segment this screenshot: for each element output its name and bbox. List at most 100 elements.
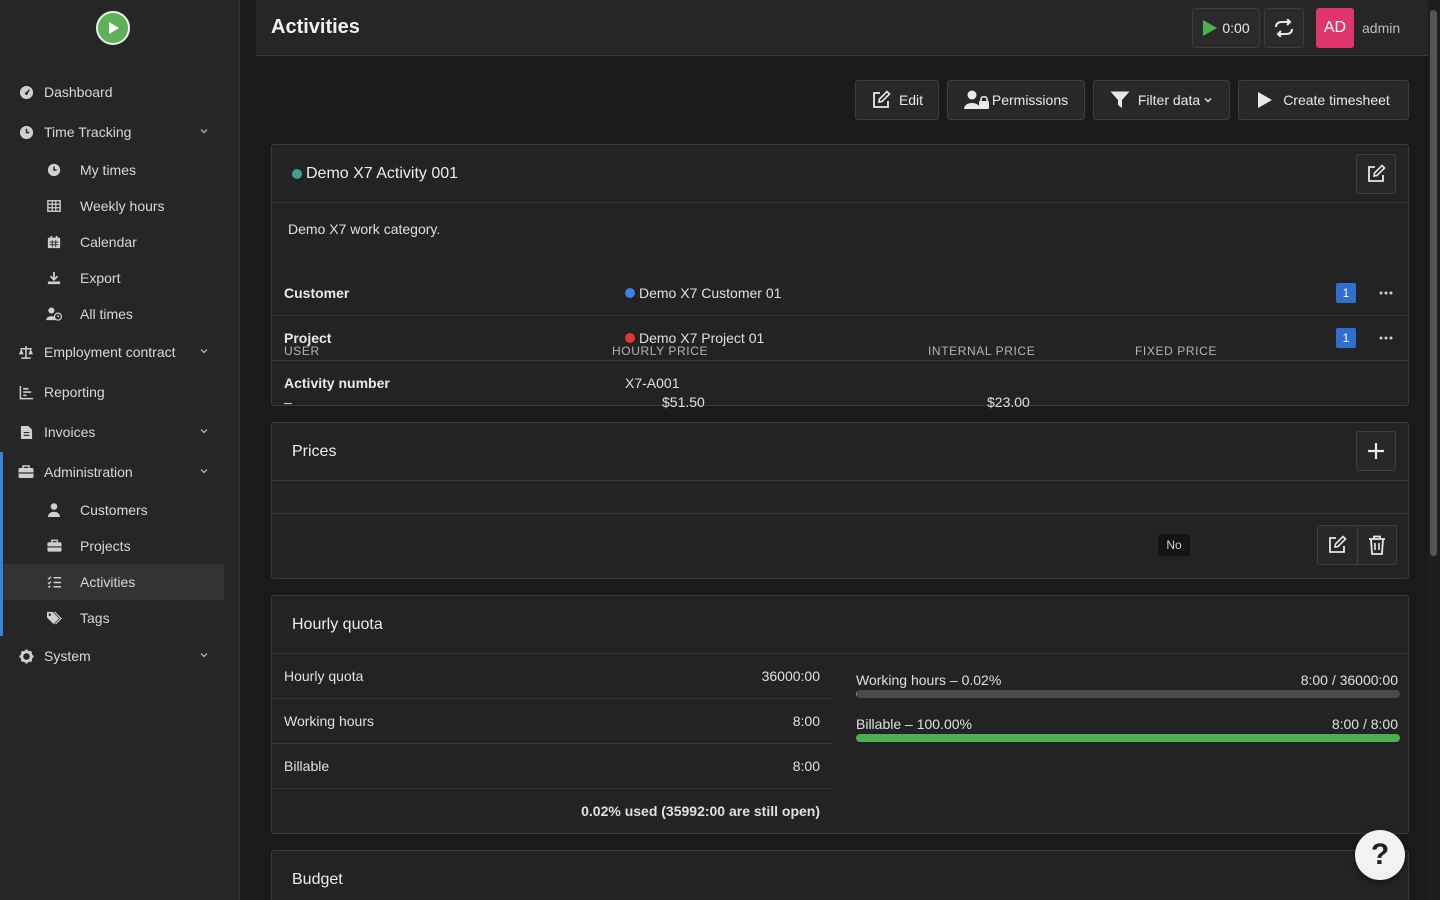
hourly-quota-card: Hourly quota Hourly quota 36000:00 Worki…: [271, 595, 1409, 834]
trash-icon: [1368, 535, 1385, 555]
sidebar-item-system[interactable]: System: [0, 636, 239, 676]
add-price-button[interactable]: [1356, 431, 1396, 471]
edit-icon: [873, 90, 891, 108]
column-header-fixed-price: FIXED PRICE: [1135, 344, 1217, 358]
sidebar-item-label: Dashboard: [44, 84, 113, 100]
divider: [272, 653, 1408, 654]
filter-data-button[interactable]: Filter data: [1093, 80, 1230, 120]
toolbox-icon: [18, 464, 34, 480]
permissions-label: Permissions: [991, 92, 1069, 108]
sidebar-item-my-times[interactable]: My times: [0, 152, 239, 188]
sidebar-item-time-tracking[interactable]: Time Tracking: [0, 112, 239, 152]
help-button[interactable]: ?: [1355, 830, 1405, 880]
edit-price-button[interactable]: [1318, 526, 1357, 564]
app-logo[interactable]: [96, 11, 130, 45]
list-check-icon: [46, 574, 62, 590]
permissions-button[interactable]: Permissions: [947, 80, 1085, 120]
sidebar-item-label: Projects: [80, 538, 131, 554]
sidebar-item-tags[interactable]: Tags: [3, 600, 239, 636]
sidebar-item-customers[interactable]: Customers: [3, 492, 239, 528]
column-header-hourly-price: HOURLY PRICE: [612, 344, 709, 358]
delete-price-button[interactable]: [1356, 526, 1396, 564]
sidebar-item-label: System: [44, 648, 91, 664]
edit-button[interactable]: Edit: [855, 80, 939, 120]
divider: [272, 513, 1408, 514]
price-internal: $23.00: [987, 394, 1030, 410]
sidebar-item-all-times[interactable]: All times: [0, 296, 239, 332]
scale-icon: [18, 344, 34, 360]
create-timesheet-button[interactable]: Create timesheet: [1238, 80, 1409, 120]
tags-icon: [46, 610, 62, 626]
sidebar-item-invoices[interactable]: Invoices: [0, 412, 239, 452]
customer-label: Customer: [284, 285, 350, 301]
chevron-down-icon: [199, 346, 209, 356]
progress-fill: [856, 734, 1400, 742]
sidebar-item-activities[interactable]: Activities: [3, 564, 224, 600]
sidebar-item-calendar[interactable]: Calendar: [0, 224, 239, 260]
sidebar-item-reporting[interactable]: Reporting: [0, 372, 239, 412]
customer-link[interactable]: Demo X7 Customer 01: [625, 285, 781, 301]
budget-title: Budget: [292, 871, 343, 888]
divider: [272, 315, 1408, 316]
filter-icon: [1110, 91, 1130, 108]
working-hours-bar-value: 8:00 / 36000:00: [1300, 672, 1398, 688]
activity-description: Demo X7 work category.: [288, 221, 441, 237]
sidebar-item-label: My times: [80, 162, 136, 178]
sync-button[interactable]: [1264, 8, 1304, 48]
download-icon: [46, 270, 62, 286]
chevron-down-icon: [199, 426, 209, 436]
start-timer-button[interactable]: 0:00: [1192, 8, 1260, 48]
sidebar-item-label: Reporting: [44, 384, 105, 400]
sidebar-item-dashboard[interactable]: Dashboard: [0, 72, 239, 112]
avatar[interactable]: AD: [1316, 8, 1354, 48]
divider: [272, 788, 832, 789]
plus-icon: [1368, 443, 1384, 459]
working-hours-progress: [856, 690, 1400, 698]
quota-row-value: 8:00: [792, 713, 820, 729]
sidebar-item-label: Calendar: [80, 234, 137, 250]
sidebar-item-label: Time Tracking: [44, 124, 132, 140]
sidebar-item-weekly-hours[interactable]: Weekly hours: [0, 188, 239, 224]
price-row-actions: [1317, 525, 1397, 565]
hourly-quota-title: Hourly quota: [292, 616, 383, 633]
quota-row-label: Billable: [284, 758, 330, 774]
divider: [272, 743, 832, 744]
briefcase-icon: [46, 538, 62, 554]
divider: [272, 698, 832, 699]
prices-card: Prices: [271, 422, 1409, 579]
project-count-badge: 1: [1336, 328, 1356, 348]
activity-number-label: Activity number: [284, 375, 390, 391]
chevron-down-icon: [199, 126, 209, 136]
sidebar-item-projects[interactable]: Projects: [3, 528, 239, 564]
sidebar-item-label: Employment contract: [44, 344, 176, 360]
chart-icon: [18, 384, 34, 400]
table-icon: [46, 198, 62, 214]
edit-activity-button[interactable]: [1356, 154, 1396, 194]
sidebar-item-employment-contract[interactable]: Employment contract: [0, 332, 239, 372]
scrollbar[interactable]: [1428, 0, 1440, 900]
sidebar-item-administration[interactable]: Administration: [3, 452, 239, 492]
customer-count-badge: 1: [1336, 283, 1356, 303]
customer-more-icon[interactable]: [1378, 285, 1394, 301]
customer-color-dot: [625, 288, 635, 298]
price-user: –: [284, 394, 292, 410]
clock-icon: [18, 124, 34, 140]
project-more-icon[interactable]: [1378, 330, 1394, 346]
sidebar-item-export[interactable]: Export: [0, 260, 239, 296]
column-header-user: USER: [284, 344, 320, 358]
dashboard-icon: [18, 84, 34, 100]
sync-icon: [1275, 19, 1293, 37]
user-name[interactable]: admin: [1362, 20, 1400, 36]
user-lock-icon: [963, 90, 989, 109]
chevron-down-icon: [199, 466, 209, 476]
edit-label: Edit: [898, 92, 924, 108]
sidebar-item-label: Administration: [44, 464, 133, 480]
scrollbar-thumb[interactable]: [1430, 10, 1437, 556]
user-clock-icon: [46, 306, 62, 322]
activity-detail-card: Demo X7 Activity 001 Demo X7 work catego…: [271, 144, 1409, 406]
divider: [272, 360, 1408, 361]
price-fixed-badge: No: [1158, 534, 1190, 556]
sidebar-nav: Dashboard Time Tracking My times Weekly …: [0, 72, 239, 676]
activity-color-dot: [292, 169, 302, 179]
invoice-icon: [18, 424, 34, 440]
